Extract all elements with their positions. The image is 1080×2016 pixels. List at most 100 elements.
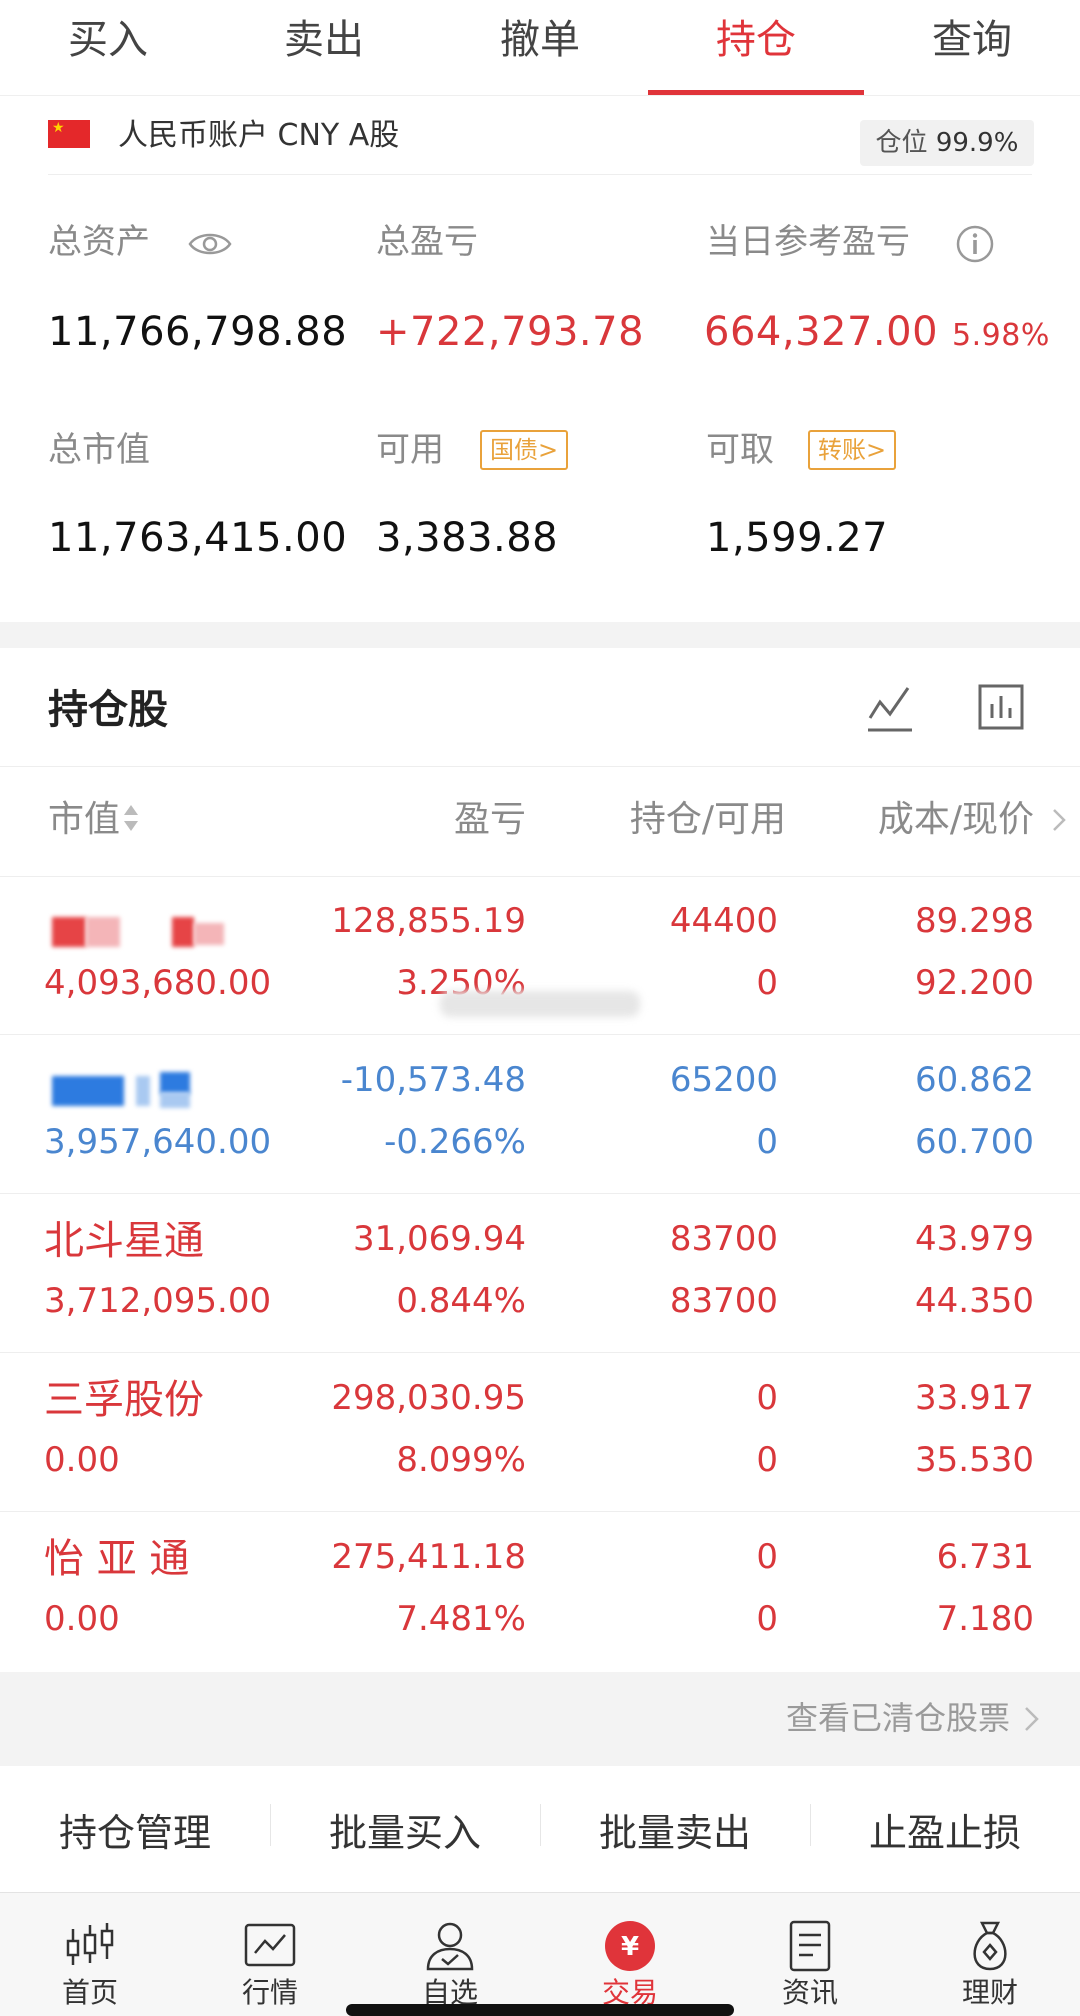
info-icon[interactable] <box>955 224 995 264</box>
bottom-nav: 首页 行情 自选 ¥ 交易 资讯 理财 <box>0 1892 1080 2016</box>
row-pnl: 31,069.94 <box>352 1219 526 1259</box>
row-cost: 43.979 <box>915 1219 1034 1259</box>
nav-watchlist[interactable]: 自选 <box>360 1893 540 2016</box>
nav-market-label: 行情 <box>241 1976 298 2009</box>
document-icon <box>789 1920 831 1972</box>
column-market-value[interactable]: 市值 <box>48 796 140 844</box>
holdings-title: 持仓股 <box>48 687 168 733</box>
row-price: 35.530 <box>915 1440 1034 1480</box>
available-label: 可用 <box>376 430 444 470</box>
market-value-value: 11,763,415.00 <box>48 515 348 561</box>
transfer-button[interactable]: 转账> <box>808 430 897 470</box>
user-check-icon <box>426 1922 474 1971</box>
column-cost-price: 成本/现价 <box>877 799 1034 840</box>
table-row[interactable]: 3,957,640.00 -10,573.48 -0.266% 65200 0 … <box>0 1036 1080 1194</box>
batch-sell-button[interactable]: 批量卖出 <box>540 1802 810 1857</box>
row-pnl: 128,855.19 <box>331 901 526 941</box>
china-flag-icon: ★ <box>48 120 90 148</box>
position-label: 仓位 <box>875 128 928 158</box>
position-badge: 仓位 99.9% <box>860 120 1034 166</box>
tab-sell[interactable]: 卖出 <box>216 0 432 95</box>
treasury-bond-button[interactable]: 国债> <box>480 430 569 470</box>
row-pnl-pct: 8.099% <box>396 1440 526 1480</box>
column-pnl: 盈亏 <box>453 799 526 840</box>
tab-cancel-order[interactable]: 撤单 <box>432 0 648 95</box>
nav-news-label: 资讯 <box>781 1976 838 2009</box>
nav-trade[interactable]: ¥ 交易 <box>540 1893 720 2016</box>
tab-buy[interactable]: 买入 <box>0 0 216 95</box>
row-available: 83700 <box>669 1281 778 1321</box>
total-pnl-label: 总盈亏 <box>376 222 478 262</box>
row-market-value: 3,712,095.00 <box>44 1281 272 1321</box>
trend-chart-icon[interactable] <box>866 682 914 734</box>
top-tabs: 买入 卖出 撤单 持仓 查询 <box>0 0 1080 96</box>
row-pnl-pct: 7.481% <box>396 1599 526 1639</box>
total-assets-label: 总资产 <box>48 222 150 262</box>
total-assets-value: 11,766,798.88 <box>48 309 348 355</box>
take-profit-stop-loss-button[interactable]: 止盈止损 <box>810 1802 1080 1857</box>
nav-wealth-label: 理财 <box>961 1976 1018 2009</box>
available-value: 3,383.88 <box>376 515 559 561</box>
row-pnl: 275,411.18 <box>331 1537 526 1577</box>
row-cost: 6.731 <box>936 1537 1034 1577</box>
cleared-stocks-label: 查看已清仓股票 <box>785 1699 1010 1737</box>
row-market-value: 0.00 <box>44 1440 120 1480</box>
eye-icon[interactable] <box>188 229 232 259</box>
row-stock-name: 三孚股份 <box>44 1377 204 1423</box>
section-gap <box>0 622 1080 648</box>
row-position: 0 <box>756 1378 778 1418</box>
daily-pnl-pct: 5.98% <box>952 318 1050 353</box>
account-row[interactable]: ★ 人民币账户 CNY A股 仓位 99.9% <box>0 96 1080 176</box>
nav-news[interactable]: 资讯 <box>720 1893 900 2016</box>
home-indicator <box>346 2004 734 2016</box>
action-bar: 持仓管理 批量买入 批量卖出 止盈止损 <box>0 1766 1080 1892</box>
row-position: 0 <box>756 1537 778 1577</box>
withdrawable-value: 1,599.27 <box>706 515 889 561</box>
daily-pnl-value: 664,327.00 <box>704 309 939 355</box>
table-row[interactable]: 三孚股份 0.00 298,030.95 8.099% 0 0 33.917 3… <box>0 1354 1080 1512</box>
row-price: 44.350 <box>915 1281 1034 1321</box>
cleared-stocks-link[interactable]: 查看已清仓股票 <box>0 1672 1080 1766</box>
row-cost: 33.917 <box>915 1378 1034 1418</box>
row-available: 0 <box>756 1440 778 1480</box>
bar-chart-icon[interactable] <box>978 684 1024 730</box>
divider <box>48 174 1032 175</box>
column-market-value-label: 市值 <box>48 799 121 840</box>
row-stock-name: 怡 亚 通 <box>44 1536 190 1582</box>
row-market-value: 0.00 <box>44 1599 120 1639</box>
position-value: 99.9% <box>935 128 1019 158</box>
withdrawable-label: 可取 <box>706 430 774 470</box>
yuan-icon: ¥ <box>605 1921 655 1971</box>
row-market-value: 3,957,640.00 <box>44 1122 272 1162</box>
tab-holdings[interactable]: 持仓 <box>648 0 864 95</box>
row-price: 92.200 <box>915 963 1034 1003</box>
nav-home[interactable]: 首页 <box>0 1893 180 2016</box>
tab-query[interactable]: 查询 <box>864 0 1080 95</box>
chevron-right-icon <box>1025 1707 1039 1731</box>
row-price: 7.180 <box>936 1599 1034 1639</box>
row-cost: 89.298 <box>915 901 1034 941</box>
batch-buy-button[interactable]: 批量买入 <box>270 1802 540 1857</box>
row-pnl: -10,573.48 <box>340 1060 526 1100</box>
row-position: 65200 <box>669 1060 778 1100</box>
column-position-available: 持仓/可用 <box>629 799 786 840</box>
row-cost: 60.862 <box>915 1060 1034 1100</box>
market-value-label: 总市值 <box>48 430 150 470</box>
table-row[interactable]: 怡 亚 通 0.00 275,411.18 7.481% 0 0 6.731 7… <box>0 1513 1080 1671</box>
svg-text:¥: ¥ <box>621 1932 639 1962</box>
chart-icon <box>244 1923 296 1967</box>
money-bag-icon <box>973 1921 1007 1971</box>
daily-pnl-value-group: 664,327.00 5.98% <box>704 306 1050 362</box>
table-row[interactable]: 4,093,680.00 128,855.19 3.250% 44400 0 8… <box>0 877 1080 1035</box>
row-stock-name: 北斗星通 <box>44 1218 204 1264</box>
holdings-management-button[interactable]: 持仓管理 <box>0 1802 270 1857</box>
row-pnl-pct: -0.266% <box>384 1122 526 1162</box>
nav-wealth[interactable]: 理财 <box>900 1893 1080 2016</box>
table-row[interactable]: 北斗星通 3,712,095.00 31,069.94 0.844% 83700… <box>0 1195 1080 1353</box>
nav-market[interactable]: 行情 <box>180 1893 360 2016</box>
row-position: 44400 <box>669 901 778 941</box>
watermark-blur <box>440 991 640 1017</box>
row-available: 0 <box>756 1122 778 1162</box>
chevron-right-icon[interactable] <box>1052 808 1066 832</box>
sort-icon <box>124 805 139 831</box>
